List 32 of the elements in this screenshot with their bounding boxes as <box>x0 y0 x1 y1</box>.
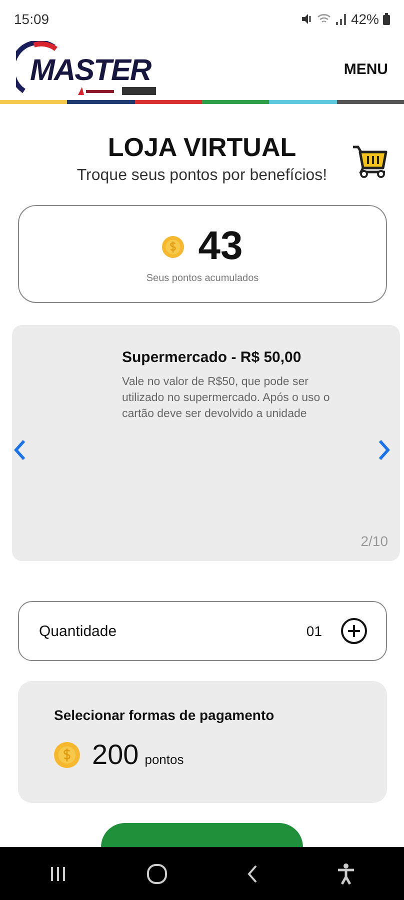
next-button[interactable] <box>378 439 390 461</box>
status-time: 15:09 <box>14 11 50 27</box>
previous-button[interactable] <box>14 439 26 461</box>
payment-unit: pontos <box>144 752 184 767</box>
logo-text: MASTER <box>30 54 151 88</box>
signal-icon <box>334 13 347 25</box>
product-title: Supermercado - R$ 50,00 <box>122 349 302 366</box>
payment-amount: 200 <box>92 739 139 771</box>
home-button[interactable] <box>146 862 168 884</box>
battery-percent: 42% <box>350 11 379 27</box>
recents-button[interactable] <box>49 864 68 882</box>
product-description: Vale no valor de R$50, que pode ser utilizado no supermercado. Após o uso o cartão deve ser devolvido a unidade <box>122 375 331 422</box>
slide-counter: 2/10 <box>360 533 388 549</box>
coin-icon <box>54 742 80 768</box>
menu-button[interactable]: MENU <box>342 56 390 82</box>
mute-icon <box>300 13 313 25</box>
points-value: 43 <box>198 224 243 269</box>
partner-logos-icon <box>78 87 158 95</box>
wifi-icon <box>316 13 331 25</box>
points-label: Seus pontos acumulados <box>146 273 259 284</box>
coin-icon <box>162 236 184 258</box>
battery-icon <box>383 13 390 25</box>
cart-icon[interactable] <box>352 144 388 178</box>
page-subtitle: Troque seus pontos por benefícios! <box>76 167 328 185</box>
buy-button[interactable] <box>101 823 303 847</box>
page-title: LOJA VIRTUAL <box>108 132 296 163</box>
add-button[interactable] <box>340 617 368 645</box>
payment-title: Selecionar formas de pagamento <box>54 707 276 723</box>
quantity-label: Quantidade <box>39 622 118 640</box>
quantity-value: 01 <box>306 623 322 639</box>
back-button[interactable] <box>246 864 258 884</box>
accessibility-button[interactable] <box>336 862 355 884</box>
